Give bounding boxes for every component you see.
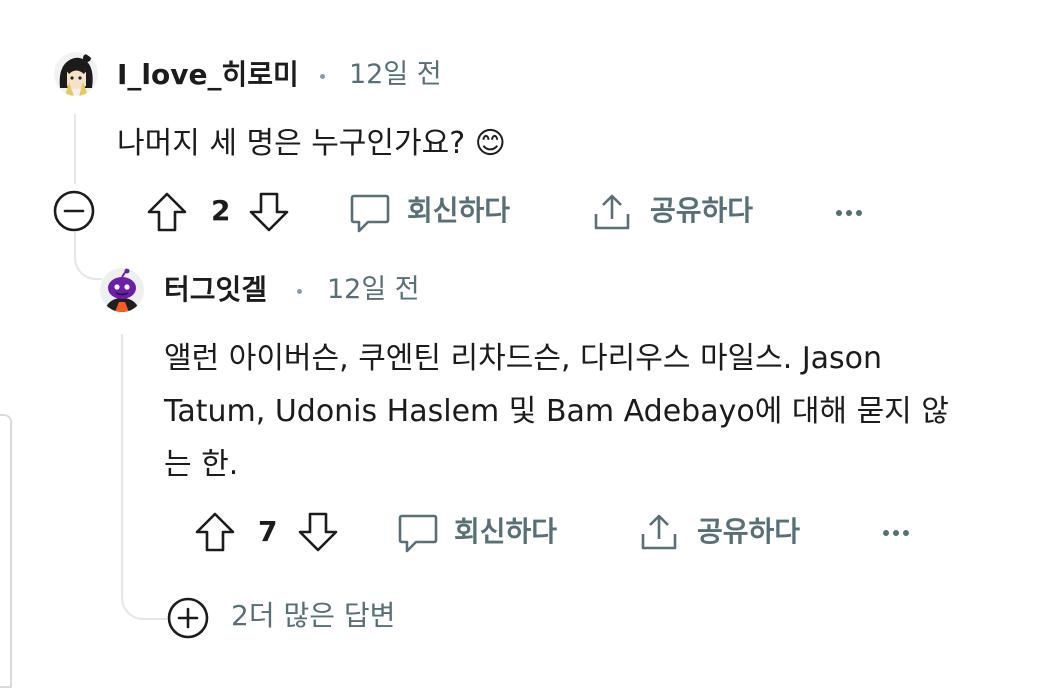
reply-button[interactable]: 회신하다 (407, 197, 510, 225)
downvote-icon[interactable] (247, 190, 291, 234)
more-options-icon[interactable] (883, 527, 913, 537)
thread-line-elbow-more (121, 572, 167, 620)
comment-bubble-icon[interactable] (396, 511, 440, 555)
share-button[interactable]: 공유하다 (697, 518, 800, 546)
more-replies-link[interactable]: 2더 많은 답변 (231, 602, 395, 630)
upvote-icon[interactable] (193, 510, 237, 554)
reply-body-line: Tatum, Udonis Haslem 및 Bam Adebayo에 대해 묻… (164, 394, 949, 429)
downvote-icon[interactable] (296, 510, 340, 554)
reply-username[interactable]: 터그잇겔 (164, 276, 267, 304)
more-options-icon[interactable] (836, 207, 866, 217)
vote-count: 7 (258, 515, 278, 548)
reply-meta-separator-dot (297, 289, 302, 294)
share-button[interactable]: 공유하다 (650, 197, 753, 225)
comment-timestamp: 12일 전 (349, 59, 442, 90)
reply-body-line: 앨런 아이버슨, 쿠엔틴 리차드슨, 다리우스 마일스. Jason (164, 341, 883, 376)
thread-line-reply (121, 334, 123, 574)
anime-character-avatar (54, 52, 98, 96)
share-icon[interactable] (590, 190, 634, 234)
reply-user-avatar[interactable] (100, 268, 144, 312)
user-avatar[interactable] (54, 52, 98, 96)
plus-circle-icon[interactable] (166, 596, 210, 640)
comment-body: 나머지 세 명은 누구인가요? 😊 (117, 126, 506, 161)
thread-line-main (74, 114, 76, 184)
left-panel-edge (0, 414, 12, 688)
vote-count: 2 (211, 194, 231, 227)
upvote-icon[interactable] (145, 190, 189, 234)
comment-bubble-icon[interactable] (348, 191, 392, 235)
thread-line-elbow-reply (74, 232, 102, 280)
meta-separator-dot (320, 74, 325, 79)
reply-body: 앨런 아이버슨, 쿠엔틴 리차드슨, 다리우스 마일스. Jason Tatum… (164, 332, 1044, 491)
reply-button[interactable]: 회신하다 (454, 518, 557, 546)
minus-circle-icon[interactable] (52, 189, 96, 233)
comment-username[interactable]: I_love_히로미 (117, 61, 299, 89)
reply-timestamp: 12일 전 (327, 274, 420, 305)
snoo-avatar (100, 268, 144, 312)
share-icon[interactable] (637, 510, 681, 554)
reply-body-line: 는 한. (164, 447, 239, 482)
